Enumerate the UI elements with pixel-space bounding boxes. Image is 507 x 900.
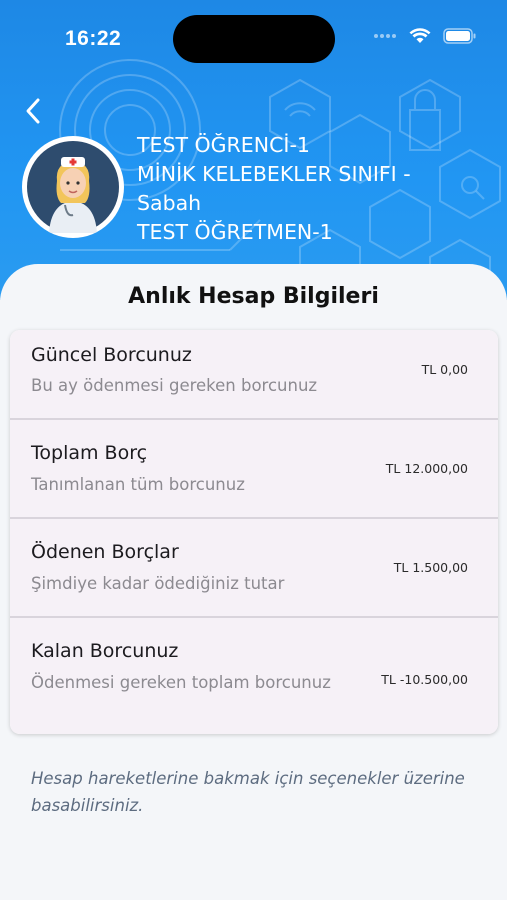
page-title: Anlık Hesap Bilgileri [128, 284, 379, 309]
status-icons [373, 28, 477, 44]
account-row-paid-debts[interactable]: Ödenen Borçlar Şimdiye kadar ödediğiniz … [10, 519, 498, 618]
row-amount: TL 0,00 [421, 362, 468, 377]
status-bar: 16:22 [0, 0, 507, 80]
signal-icon [374, 34, 396, 38]
dynamic-island [173, 15, 335, 63]
row-title: Güncel Borcunuz [31, 344, 192, 366]
battery-icon [443, 28, 476, 44]
class-name-line2: Sabah [137, 191, 202, 215]
row-subtitle: Ödenmesi gereken toplam borcunuz [31, 673, 331, 692]
chevron-left-icon [26, 98, 40, 124]
profile-info: TEST ÖĞRENCİ-1 MİNİK KELEBEKLER SINIFI -… [137, 131, 477, 247]
account-row-total-debt[interactable]: Toplam Borç Tanımlanan tüm borcunuz TL 1… [10, 420, 498, 519]
student-name: TEST ÖĞRENCİ-1 [137, 133, 310, 157]
row-amount: TL -10.500,00 [381, 672, 468, 687]
account-row-remaining-debt[interactable]: Kalan Borcunuz Ödenmesi gereken toplam b… [10, 618, 498, 734]
row-title: Kalan Borcunuz [31, 640, 179, 662]
back-button[interactable] [16, 94, 50, 128]
row-amount: TL 12.000,00 [385, 461, 468, 476]
row-subtitle: Bu ay ödenmesi gereken borcunuz [31, 376, 318, 395]
row-subtitle: Tanımlanan tüm borcunuz [31, 475, 245, 494]
class-name-line1: MİNİK KELEBEKLER SINIFI - [137, 162, 411, 186]
teacher-name: TEST ÖĞRETMEN-1 [137, 220, 333, 244]
row-amount: TL 1.500,00 [393, 560, 468, 575]
row-title: Ödenen Borçlar [31, 541, 179, 563]
row-subtitle: Şimdiye kadar ödediğiniz tutar [31, 574, 285, 593]
row-title: Toplam Borç [31, 442, 148, 464]
account-row-current-debt[interactable]: Güncel Borcunuz Bu ay ödenmesi gereken b… [10, 330, 498, 420]
wifi-icon [409, 28, 431, 43]
hint-text: Hesap hareketlerine bakmak için seçenekl… [31, 769, 465, 815]
header-banner: 16:22 TEST ÖĞRENCİ-1 MİNİK KELEBEKLER SI… [0, 0, 507, 300]
status-time: 16:22 [65, 27, 122, 50]
avatar [22, 136, 124, 238]
nurse-avatar-image [27, 141, 119, 233]
account-summary-card: Güncel Borcunuz Bu ay ödenmesi gereken b… [10, 330, 498, 734]
